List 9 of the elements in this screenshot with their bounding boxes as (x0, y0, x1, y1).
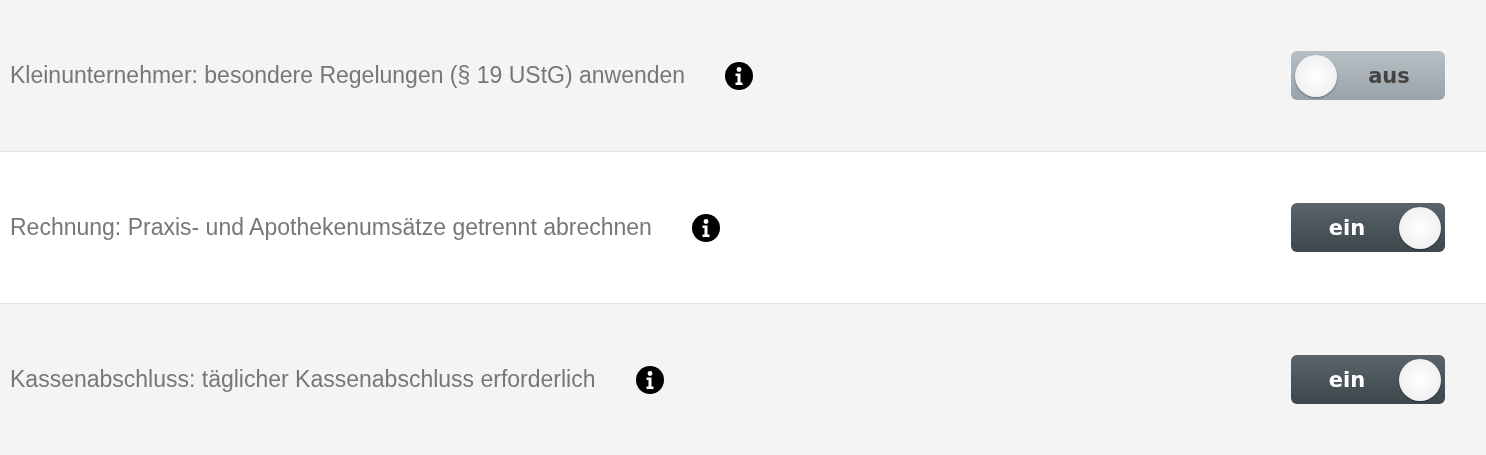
info-icon[interactable] (725, 61, 754, 90)
info-icon[interactable] (691, 213, 720, 242)
toggle-switch[interactable]: aus (1291, 51, 1445, 100)
toggle-switch[interactable]: ein (1291, 203, 1445, 252)
setting-label: Rechnung: Praxis- und Apothekenumsätze getrennt abrechnen (10, 214, 652, 241)
setting-label: Kleinunternehmer: besondere Regelungen (§ 19 UStG) anwenden (10, 62, 686, 89)
setting-label: Kassenabschluss: täglicher Kassenabschluss erforderlich (10, 366, 596, 393)
info-icon[interactable] (635, 365, 664, 394)
toggle-switch[interactable]: ein (1291, 355, 1445, 404)
